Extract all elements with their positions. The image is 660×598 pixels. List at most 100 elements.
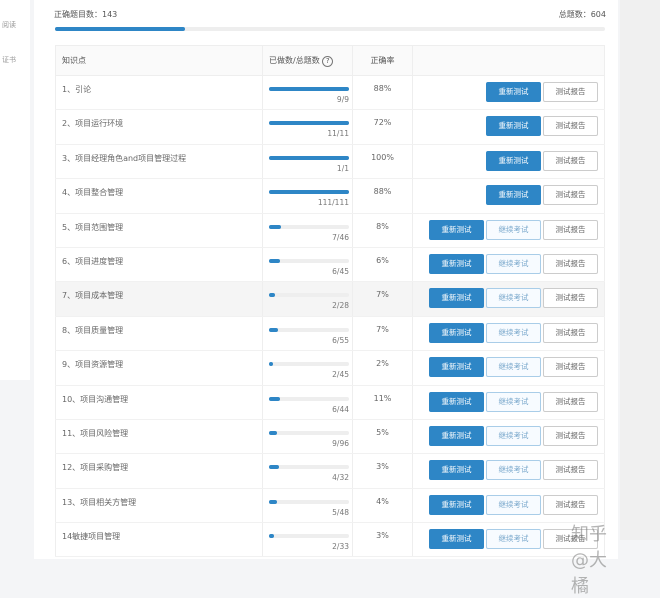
actions-cell: 重新测试 测试报告 <box>412 178 605 214</box>
sidebar: 阅读 证书 <box>0 0 30 380</box>
done-count: 9/9 <box>336 95 349 104</box>
test-report-button[interactable]: 测试报告 <box>543 357 598 378</box>
row-progress-bar <box>269 293 349 298</box>
sidebar-item[interactable]: 阅读 <box>2 20 16 30</box>
progress-cell: 9/9 <box>262 75 353 111</box>
table-row: 1、引论 9/9 88% 重新测试 测试报告 <box>55 75 605 111</box>
retest-button[interactable]: 重新测试 <box>429 288 484 309</box>
row-progress-fill <box>269 362 273 367</box>
header-topic: 知识点 <box>55 45 263 76</box>
continue-exam-button[interactable]: 继续考试 <box>486 460 541 481</box>
sidebar-item[interactable]: 证书 <box>2 55 16 65</box>
overall-progress-fill <box>55 27 186 31</box>
progress-cell: 6/44 <box>262 385 353 420</box>
retest-button[interactable]: 重新测试 <box>429 494 484 515</box>
done-count: 1/1 <box>336 163 349 173</box>
done-count: 6/45 <box>332 266 349 276</box>
progress-cell: 6/45 <box>262 247 353 283</box>
table-row: 14敏捷项目管理 2/33 3% 重新测试 继续考试 测试报告 <box>55 522 605 558</box>
progress-cell: 2/45 <box>262 350 353 386</box>
test-report-button[interactable]: 测试报告 <box>543 82 598 102</box>
table-row: 8、项目质量管理 6/55 7% 重新测试 继续考试 测试报告 <box>55 316 605 352</box>
row-progress-fill <box>269 327 278 332</box>
test-report-button[interactable]: 测试报告 <box>543 185 598 206</box>
help-icon[interactable]: ? <box>322 55 334 67</box>
table-row: 11、项目风险管理 9/96 5% 重新测试 继续考试 测试报告 <box>55 419 605 455</box>
accuracy-rate: 88% <box>352 75 413 111</box>
test-report-button[interactable]: 测试报告 <box>543 494 598 515</box>
topic-name: 4、项目整合管理 <box>55 178 263 214</box>
test-report-button[interactable]: 测试报告 <box>543 253 598 274</box>
retest-button[interactable]: 重新测试 <box>486 82 541 102</box>
continue-exam-button[interactable]: 继续考试 <box>486 322 541 343</box>
retest-button[interactable]: 重新测试 <box>429 357 484 378</box>
continue-exam-button[interactable]: 继续考试 <box>486 529 541 550</box>
test-report-button[interactable]: 测试报告 <box>543 288 598 309</box>
progress-cell: 5/48 <box>262 488 353 524</box>
retest-button[interactable]: 重新测试 <box>429 322 484 343</box>
row-progress-fill <box>269 87 349 91</box>
topic-name: 13、项目相关方管理 <box>55 488 263 524</box>
done-count: 2/45 <box>332 370 349 380</box>
row-progress-fill <box>269 430 277 435</box>
test-report-button[interactable]: 测试报告 <box>543 322 598 343</box>
retest-button[interactable]: 重新测试 <box>429 460 484 481</box>
test-report-button[interactable]: 测试报告 <box>543 219 598 240</box>
table-row: 10、项目沟通管理 6/44 11% 重新测试 继续考试 测试报告 <box>55 385 605 420</box>
test-report-button[interactable]: 测试报告 <box>543 460 598 481</box>
actions-cell: 重新测试 继续考试 测试报告 <box>412 350 605 386</box>
row-progress-fill <box>269 396 280 401</box>
retest-button[interactable]: 重新测试 <box>486 116 541 137</box>
continue-exam-button[interactable]: 继续考试 <box>486 425 541 446</box>
done-count: 9/96 <box>332 438 349 448</box>
test-report-button[interactable]: 测试报告 <box>543 116 598 137</box>
test-report-button[interactable]: 测试报告 <box>543 391 598 412</box>
topic-name: 1、引论 <box>55 75 263 111</box>
retest-button[interactable]: 重新测试 <box>486 185 541 206</box>
actions-cell: 重新测试 继续考试 测试报告 <box>412 453 605 489</box>
actions-cell: 重新测试 继续考试 测试报告 <box>412 247 605 283</box>
header-rate: 正确率 <box>352 45 413 76</box>
done-count: 111/111 <box>317 198 349 208</box>
row-progress-bar <box>269 396 349 401</box>
retest-button[interactable]: 重新测试 <box>429 391 484 412</box>
row-progress-bar <box>269 534 349 539</box>
continue-exam-button[interactable]: 继续考试 <box>486 288 541 309</box>
accuracy-rate: 100% <box>352 144 413 180</box>
row-progress-fill <box>269 534 274 539</box>
topic-name: 6、项目进度管理 <box>55 247 263 283</box>
accuracy-rate: 5% <box>352 419 413 455</box>
accuracy-rate: 2% <box>352 350 413 386</box>
progress-cell: 1/1 <box>262 144 353 180</box>
table-row: 7、项目成本管理 2/28 7% 重新测试 继续考试 测试报告 <box>55 281 605 317</box>
row-progress-bar <box>269 190 349 195</box>
accuracy-rate: 88% <box>352 178 413 214</box>
row-progress-bar <box>269 87 349 91</box>
retest-button[interactable]: 重新测试 <box>486 150 541 171</box>
retest-button[interactable]: 重新测试 <box>429 425 484 446</box>
continue-exam-button[interactable]: 继续考试 <box>486 357 541 378</box>
actions-cell: 重新测试 继续考试 测试报告 <box>412 213 605 248</box>
retest-button[interactable]: 重新测试 <box>429 219 484 240</box>
overall-progress-bar <box>55 27 605 31</box>
done-count: 6/44 <box>332 404 349 414</box>
row-progress-bar <box>269 327 349 332</box>
continue-exam-button[interactable]: 继续考试 <box>486 494 541 515</box>
retest-button[interactable]: 重新测试 <box>429 529 484 550</box>
continue-exam-button[interactable]: 继续考试 <box>486 253 541 274</box>
continue-exam-button[interactable]: 继续考试 <box>486 219 541 240</box>
row-progress-fill <box>269 258 280 263</box>
retest-button[interactable]: 重新测试 <box>429 253 484 274</box>
accuracy-rate: 3% <box>352 453 413 489</box>
test-report-button[interactable]: 测试报告 <box>543 425 598 446</box>
test-report-button[interactable]: 测试报告 <box>543 150 598 171</box>
continue-exam-button[interactable]: 继续考试 <box>486 391 541 412</box>
row-progress-fill <box>269 499 278 504</box>
row-progress-fill <box>269 155 349 160</box>
progress-cell: 2/33 <box>262 522 353 558</box>
progress-cell: 7/46 <box>262 213 353 248</box>
accuracy-rate: 4% <box>352 488 413 524</box>
topic-name: 10、项目沟通管理 <box>55 385 263 420</box>
actions-cell: 重新测试 测试报告 <box>412 75 605 111</box>
actions-cell: 重新测试 继续考试 测试报告 <box>412 488 605 524</box>
